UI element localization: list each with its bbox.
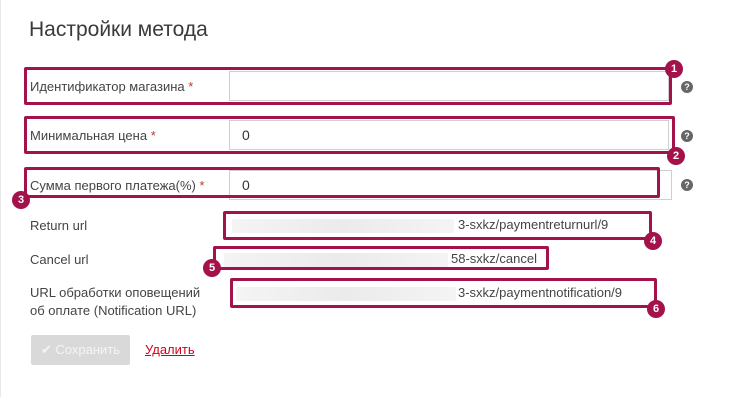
- annotation-badge-4: 4: [644, 232, 662, 250]
- notification-url-label: URL обработки оповещений об оплате (Noti…: [30, 284, 200, 320]
- required-mark: *: [188, 79, 194, 94]
- delete-link[interactable]: Удалить: [145, 342, 195, 357]
- annotation-badge-1: 1: [665, 60, 683, 78]
- return-url-label: Return url: [30, 218, 88, 233]
- notification-url-label-line1: URL обработки оповещений: [30, 285, 201, 300]
- first-payment-label: Сумма первого платежа(%) *: [30, 178, 205, 193]
- min-price-label-text: Минимальная цена: [30, 128, 148, 143]
- return-url-value: 3-sxkz/paymentreturnurl/9: [458, 217, 609, 232]
- required-mark: *: [150, 128, 156, 143]
- cancel-url-label: Cancel url: [30, 252, 89, 267]
- annotation-badge-5: 5: [203, 259, 221, 277]
- left-divider: [0, 0, 1, 397]
- annotation-badge-2: 2: [667, 147, 685, 165]
- first-payment-input[interactable]: [229, 170, 672, 200]
- page-title: Настройки метода: [29, 18, 208, 41]
- redacted-url-part: [236, 287, 456, 301]
- help-icon[interactable]: ?: [681, 81, 693, 93]
- help-icon[interactable]: ?: [681, 130, 693, 142]
- notification-url-label-line2: об оплате (Notification URL): [30, 303, 197, 318]
- cancel-url-value: 58-sxkz/cancel: [451, 251, 537, 266]
- annotation-badge-3: 3: [12, 191, 30, 209]
- shop-id-label-text: Идентификатор магазина: [30, 79, 185, 94]
- annotation-badge-6: 6: [647, 300, 665, 318]
- redacted-url-part: [224, 253, 448, 267]
- redacted-url-part: [232, 219, 454, 233]
- shop-id-label: Идентификатор магазина *: [30, 79, 193, 94]
- notification-url-value: 3-sxkz/paymentnotification/9: [458, 285, 623, 300]
- shop-id-input[interactable]: [229, 71, 669, 101]
- required-mark: *: [199, 178, 205, 193]
- first-payment-label-text: Сумма первого платежа(%): [30, 178, 196, 193]
- min-price-label: Минимальная цена *: [30, 128, 156, 143]
- min-price-input[interactable]: [229, 120, 669, 150]
- save-button[interactable]: ✔ Сохранить: [31, 335, 130, 365]
- help-icon[interactable]: ?: [681, 179, 693, 191]
